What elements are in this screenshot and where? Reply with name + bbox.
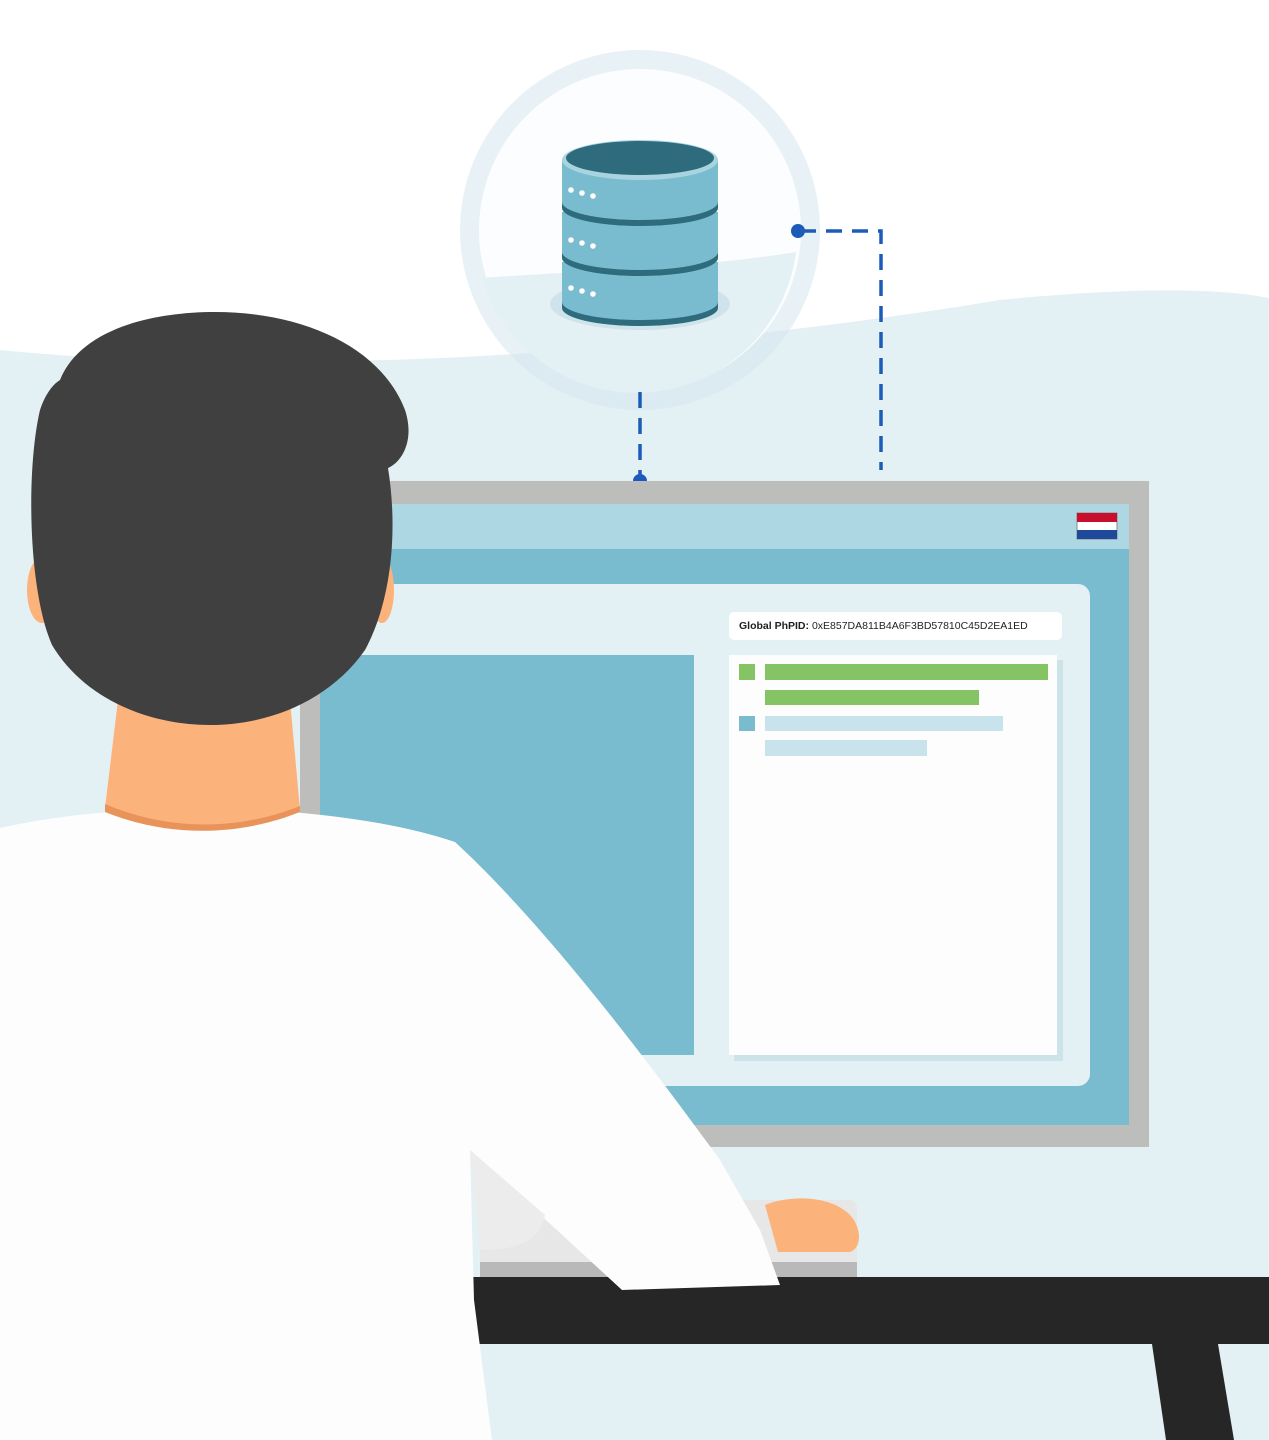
phpid-value: 0xE857DA811B4A6F3BD57810C45D2EA1ED	[811, 620, 1028, 632]
netherlands-flag-icon	[1076, 512, 1118, 540]
database-badge	[460, 50, 820, 410]
record-marker-green	[739, 664, 755, 680]
record-line	[765, 690, 979, 705]
phpid-key: Global PhPID:	[739, 620, 810, 632]
connector-dot	[791, 224, 805, 238]
record-line	[765, 740, 927, 756]
illustration	[0, 50, 1269, 1440]
record-card	[729, 655, 1057, 1055]
window-titlebar	[320, 504, 1129, 549]
record-line	[765, 664, 1048, 680]
record-line	[765, 716, 1003, 731]
record-marker-blue	[739, 716, 755, 731]
database-icon	[562, 140, 718, 326]
phpid-label: Global PhPID: 0xE857DA811B4A6F3BD57810C4…	[729, 612, 1062, 640]
